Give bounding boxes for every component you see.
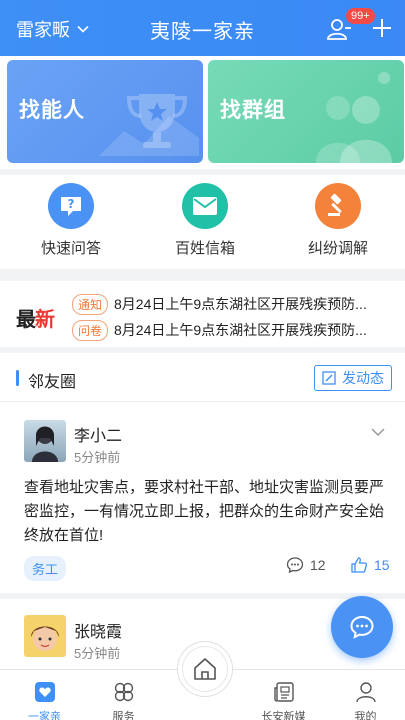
news-item[interactable]: 通知 8月24日上午9点东湖社区开展残疾预防... [72, 293, 392, 315]
news-ticker: 最新 通知 8月24日上午9点东湖社区开展残疾预防... 问卷 8月24日上午9… [0, 275, 405, 347]
brand-main: 最 [16, 309, 36, 331]
heart-chat-icon [34, 682, 55, 702]
find-talent-card[interactable]: 找能人 [7, 60, 203, 163]
top-bar: 雷家畈 夷陵一家亲 99+ [0, 0, 405, 56]
like-count: 15 [374, 557, 390, 573]
post-category-tag[interactable]: 务工 [24, 556, 67, 581]
neighbor-circle-header: 邻友圈 发动态 [0, 353, 405, 401]
comment-count: 12 [310, 557, 326, 573]
comment-icon [286, 557, 304, 574]
post-content: 查看地址灾害点，要求村社干部、地址灾害监测员要严密监控，一有情况立即上报，把群众… [24, 479, 385, 544]
quick-mediation-label: 纠纷调解 [307, 240, 368, 257]
news-tag: 通知 [72, 293, 109, 315]
quick-mailbox-button[interactable]: 百姓信箱 [155, 183, 255, 258]
feature-cards: 找能人 找群组 [0, 56, 405, 169]
mail-icon [182, 183, 228, 229]
tab-label: 服务 [112, 711, 135, 720]
plus-icon[interactable] [371, 17, 393, 39]
tab-label: 长安新媒 [261, 711, 306, 720]
chevron-down-icon[interactable] [370, 426, 386, 438]
quick-mailbox-label: 百姓信箱 [174, 240, 235, 257]
avatar[interactable] [24, 420, 66, 462]
find-group-card[interactable]: 找群组 [208, 60, 404, 163]
news-tag: 问卷 [72, 319, 109, 341]
app-screen: 雷家畈 夷陵一家亲 99+ 找能人 找群组 ? 快速问答 百姓信箱 纠纷调解 最… [0, 0, 405, 720]
feed-post: 李小二 5分钟前 查看地址灾害点，要求村社干部、地址灾害监测员要严密监控，一有情… [0, 401, 405, 593]
quick-qa-label: 快速问答 [40, 240, 101, 257]
tab-label: 我的 [354, 711, 377, 720]
group-icon [316, 72, 392, 163]
tab-news[interactable]: 长安新媒 [243, 680, 324, 720]
svg-text:?: ? [68, 197, 75, 211]
tab-mine[interactable]: 我的 [325, 680, 405, 720]
news-text: 8月24日上午9点东湖社区开展残疾预防... [114, 322, 367, 338]
question-icon: ? [48, 183, 94, 229]
post-time: 5分钟前 [74, 646, 121, 661]
news-item[interactable]: 问卷 8月24日上午9点东湖社区开展残疾预防... [72, 319, 392, 341]
news-text: 8月24日上午9点东湖社区开展残疾预防... [114, 296, 367, 312]
tab-label: 一家亲 [28, 711, 61, 720]
quick-mediation-button[interactable]: 纠纷调解 [288, 183, 388, 258]
like-button[interactable]: 15 [350, 556, 390, 574]
post-status-button[interactable]: 发动态 [314, 365, 392, 391]
post-author: 张晓霞 [74, 624, 123, 641]
tab-service[interactable]: 服务 [83, 680, 164, 720]
find-talent-label: 找能人 [19, 99, 85, 122]
edit-icon [322, 371, 336, 385]
chat-fab-button[interactable] [331, 596, 393, 658]
quick-actions: ? 快速问答 百姓信箱 纠纷调解 [0, 169, 405, 269]
user-icon [355, 682, 376, 703]
avatar[interactable] [24, 615, 66, 657]
home-icon [194, 658, 216, 680]
gavel-icon [315, 183, 361, 229]
tab-family[interactable]: 一家亲 [4, 680, 85, 720]
news-brand: 最新 [16, 303, 55, 332]
section-title: 邻友圈 [28, 374, 77, 391]
trophy-icon [99, 94, 199, 156]
post-author: 李小二 [74, 428, 123, 445]
post-time: 5分钟前 [74, 450, 121, 465]
quick-qa-button[interactable]: ? 快速问答 [21, 183, 121, 258]
brand-red: 新 [35, 309, 55, 331]
thumbs-up-icon [351, 557, 368, 573]
comment-button[interactable]: 12 [286, 556, 326, 574]
news-icon [273, 682, 294, 702]
section-accent-bar [16, 370, 19, 386]
grid-icon [114, 682, 133, 702]
chat-icon [350, 615, 374, 639]
post-status-label: 发动态 [342, 370, 384, 386]
tab-home[interactable] [177, 641, 233, 697]
find-group-label: 找群组 [220, 99, 286, 122]
